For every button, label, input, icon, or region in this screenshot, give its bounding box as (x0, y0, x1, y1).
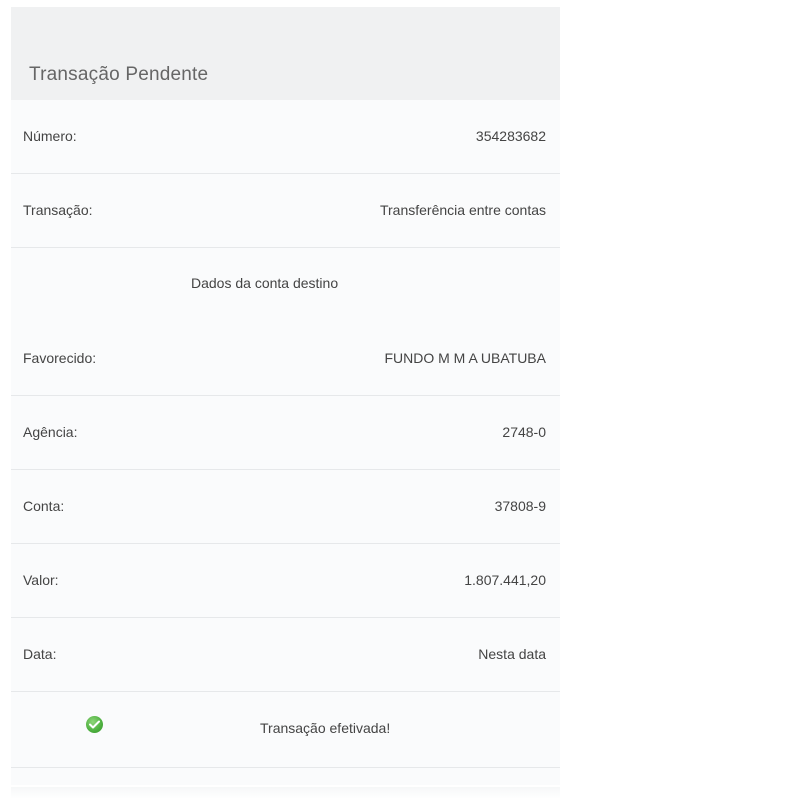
checkmark-glyph (89, 720, 100, 729)
valor-value: 1.807.441,20 (464, 572, 546, 588)
transaction-panel: Transação Pendente Número: 354283682 Tra… (11, 7, 560, 785)
data-label: Data: (23, 646, 57, 662)
section-conta-destino: Dados da conta destino (11, 248, 560, 322)
favorecido-value: FUNDO M M A UBATUBA (384, 350, 546, 366)
section-title: Dados da conta destino (191, 275, 339, 291)
agencia-value: 2748-0 (502, 424, 546, 440)
favorecido-label: Favorecido: (23, 350, 97, 366)
transacao-value: Transferência entre contas (379, 202, 546, 218)
row-valor: Valor: 1.807.441,20 (11, 544, 560, 618)
agencia-label: Agência: (23, 424, 78, 440)
footer-fade (11, 787, 560, 799)
conta-label: Conta: (23, 498, 65, 514)
row-transacao: Transação: Transferência entre contas (11, 174, 560, 248)
check-circle-icon (86, 716, 103, 733)
status-text: Transação efetivada! (260, 720, 391, 736)
row-agencia: Agência: 2748-0 (11, 396, 560, 470)
data-value: Nesta data (478, 646, 546, 662)
row-numero: Número: 354283682 (11, 100, 560, 174)
panel-header: Transação Pendente (11, 7, 560, 100)
row-favorecido: Favorecido: FUNDO M M A UBATUBA (11, 322, 560, 396)
row-conta: Conta: 37808-9 (11, 470, 560, 544)
page-title: Transação Pendente (29, 64, 209, 85)
numero-value: 354283682 (475, 128, 546, 144)
row-data: Data: Nesta data (11, 618, 560, 692)
valor-label: Valor: (23, 572, 59, 588)
transacao-label: Transação: (23, 202, 93, 218)
status-row: Transação efetivada! (11, 692, 560, 768)
numero-label: Número: (23, 128, 77, 144)
conta-value: 37808-9 (494, 498, 546, 514)
